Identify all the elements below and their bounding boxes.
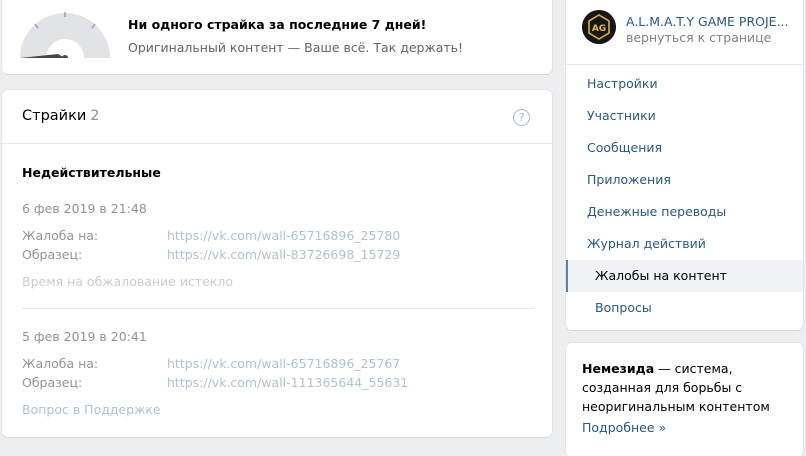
strikes-card: Страйки 2 ? Недействительные 6 фев 2019 в… — [2, 90, 552, 437]
status-card: Ни одного страйка за последние 7 дней! О… — [2, 0, 552, 74]
nav-separator — [566, 64, 803, 65]
sample-label: Образец: — [22, 247, 83, 262]
complaint-label: Жалоба на: — [22, 356, 99, 371]
nemesis-info-card: Немезида — система, созданная для борьбы… — [566, 343, 803, 456]
group-logo-icon: AG — [582, 10, 616, 44]
strikes-title-label: Страйки — [22, 108, 87, 124]
nemesis-name: Немезида — [582, 361, 655, 376]
nav-item-action-log[interactable]: Журнал действий — [566, 228, 803, 260]
nav-item-apps[interactable]: Приложения — [566, 164, 803, 196]
back-to-page-link[interactable]: вернуться к странице — [626, 30, 771, 45]
sample-row: Образец: https://vk.com/wall-83726698_15… — [22, 247, 400, 262]
complaint-label: Жалоба на: — [22, 228, 99, 243]
group-logo-text: AG — [592, 24, 606, 34]
strike-divider — [22, 308, 534, 309]
appeal-expired-note: Время на обжалование истекло — [22, 274, 233, 289]
strikes-title: Страйки 2 — [22, 108, 100, 124]
nav-item-content-complaints[interactable]: Жалобы на контент — [566, 260, 803, 292]
group-nav-card: AG A.L.M.A.T.Y GAME PROJE... вернуться к… — [566, 0, 803, 330]
help-icon[interactable]: ? — [513, 109, 530, 126]
strike-date: 6 фев 2019 в 21:48 — [22, 201, 147, 216]
strikes-header: Страйки 2 ? — [2, 90, 552, 144]
nav-item-members[interactable]: Участники — [566, 100, 803, 132]
strike-item: 5 фев 2019 в 20:41 Жалоба на: https://vk… — [22, 329, 534, 429]
sample-row: Образец: https://vk.com/wall-111365644_5… — [22, 375, 408, 390]
more-link[interactable]: Подробнее » — [582, 420, 666, 435]
strike-item: 6 фев 2019 в 21:48 Жалоба на: https://vk… — [22, 201, 534, 311]
complaint-link[interactable]: https://vk.com/wall-65716896_25767 — [167, 356, 400, 371]
nav-item-settings[interactable]: Настройки — [566, 68, 803, 100]
gauge-icon — [20, 12, 110, 58]
strike-date: 5 фев 2019 в 20:41 — [22, 329, 147, 344]
group-avatar[interactable]: AG — [582, 10, 616, 44]
group-name-link[interactable]: A.L.M.A.T.Y GAME PROJE... — [626, 14, 788, 29]
nav-item-messages[interactable]: Сообщения — [566, 132, 803, 164]
complaint-link[interactable]: https://vk.com/wall-65716896_25780 — [167, 228, 400, 243]
sample-link[interactable]: https://vk.com/wall-111365644_55631 — [167, 375, 408, 390]
complaint-row: Жалоба на: https://vk.com/wall-65716896_… — [22, 356, 400, 371]
status-title: Ни одного страйка за последние 7 дней! — [128, 17, 427, 32]
status-subtitle: Оригинальный контент — Ваше всё. Так дер… — [128, 40, 464, 55]
complaint-row: Жалоба на: https://vk.com/wall-65716896_… — [22, 228, 400, 243]
support-question-link[interactable]: Вопрос в Поддержке — [22, 402, 161, 417]
nav-item-questions[interactable]: Вопросы — [566, 292, 803, 324]
sample-label: Образец: — [22, 375, 83, 390]
nav-item-money-transfers[interactable]: Денежные переводы — [566, 196, 803, 228]
strikes-count: 2 — [90, 108, 100, 124]
sample-link[interactable]: https://vk.com/wall-83726698_15729 — [167, 247, 400, 262]
nemesis-description: Немезида — система, созданная для борьбы… — [582, 359, 788, 416]
section-label-invalid: Недействительные — [22, 165, 161, 180]
